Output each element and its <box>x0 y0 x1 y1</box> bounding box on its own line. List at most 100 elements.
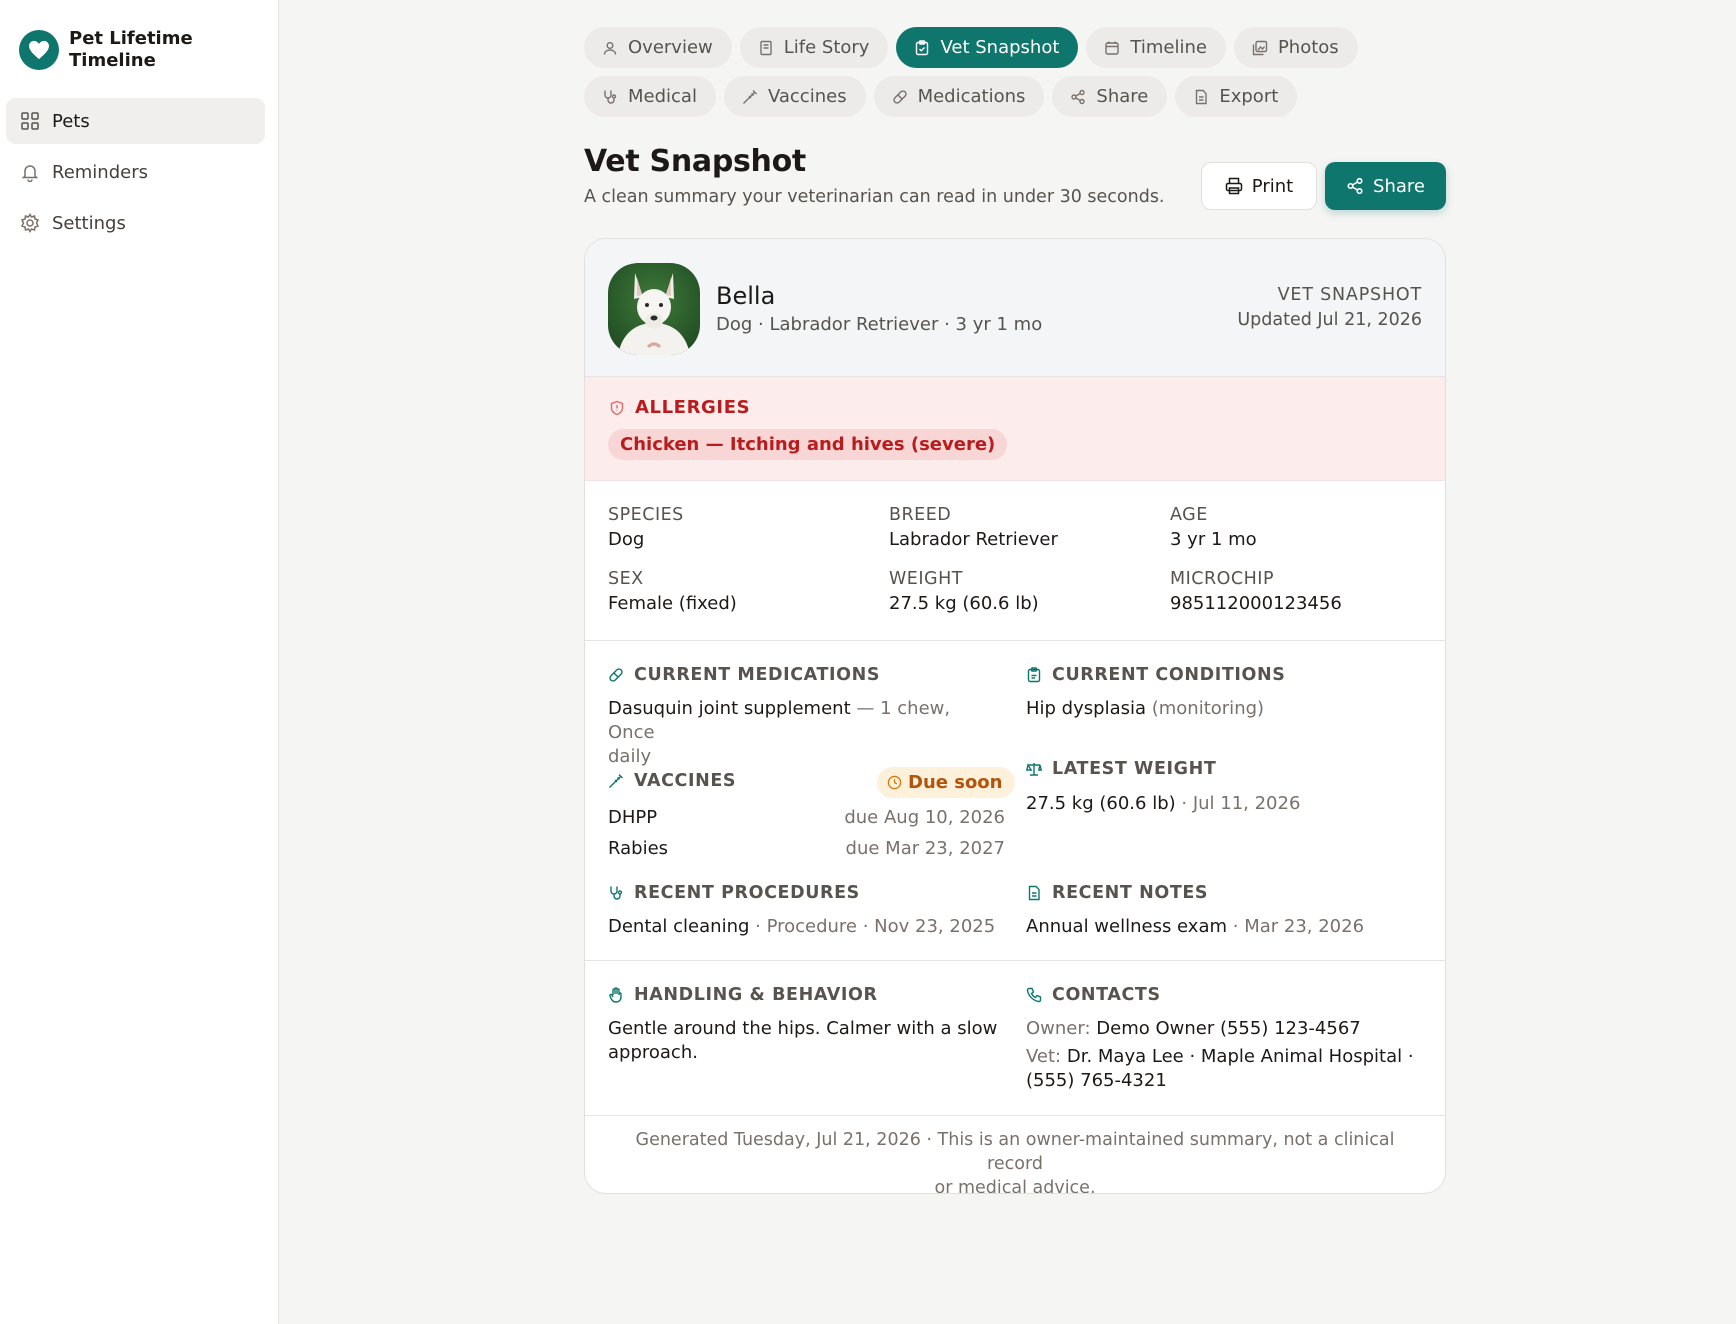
handling-text: Gentle around the hips. Calmer with a sl… <box>608 1017 1008 1065</box>
tab-label: Vaccines <box>767 86 847 107</box>
tab-overview[interactable]: Overview <box>584 27 732 68</box>
latest-weight-value: 27.5 kg (60.6 lb) <box>1026 793 1176 814</box>
due-soon-badge: Due soon <box>877 767 1015 798</box>
page-title: Vet Snapshot <box>584 144 806 179</box>
medication-detail-2: daily <box>608 746 652 767</box>
owner-label: Owner: <box>1026 1018 1091 1039</box>
heart-logo-icon <box>19 30 59 70</box>
procedure-entry: Dental cleaning · Procedure · Nov 23, 20… <box>608 915 995 939</box>
condition-name: Hip dysplasia <box>1026 698 1147 719</box>
sidebar-item-settings[interactable]: Settings <box>6 200 265 246</box>
share-button[interactable]: Share <box>1325 162 1446 210</box>
tab-row: Medical Vaccines Medications Share Expor… <box>584 76 1446 117</box>
vaccine-row: DHPP due Aug 10, 2026 <box>608 807 1005 828</box>
vet-phone[interactable]: (555) 765-4321 <box>1026 1070 1167 1091</box>
procedures-title: RECENT PROCEDURES <box>608 883 860 903</box>
sidebar-nav: Pets Reminders Settings <box>6 98 265 251</box>
footer-disclaimer: Generated Tuesday, Jul 21, 2026 · This i… <box>605 1128 1425 1193</box>
fact-label: AGE <box>1170 505 1208 525</box>
fact-value: 27.5 kg (60.6 lb) <box>889 593 1039 614</box>
tab-photos[interactable]: Photos <box>1233 27 1358 68</box>
contact-vet: Vet: Dr. Maya Lee · Maple Animal Hospita… <box>1026 1045 1426 1093</box>
pet-avatar[interactable] <box>608 263 700 355</box>
pet-header: Bella Dog · Labrador Retriever · 3 yr 1 … <box>585 239 1445 377</box>
printer-icon <box>1225 177 1243 195</box>
clipboard-icon <box>1027 667 1041 683</box>
snapshot-label: VET SNAPSHOT <box>1277 285 1422 305</box>
contacts-title-text: CONTACTS <box>1052 985 1161 1005</box>
hand-icon <box>609 987 622 1003</box>
latest-weight-entry: 27.5 kg (60.6 lb) · Jul 11, 2026 <box>1026 792 1300 816</box>
tab-life-story[interactable]: Life Story <box>739 27 889 68</box>
vet-contact[interactable]: Dr. Maya Lee · Maple Animal Hospital · <box>1061 1046 1414 1067</box>
latest-weight-title-text: LATEST WEIGHT <box>1052 759 1217 779</box>
pill-icon <box>892 89 907 104</box>
vet-label: Vet: <box>1026 1046 1062 1067</box>
tab-export[interactable]: Export <box>1175 76 1298 117</box>
tab-vaccines[interactable]: Vaccines <box>723 76 866 117</box>
fact-microchip: MICROCHIP 985112000123456 <box>1170 569 1342 614</box>
sidebar-item-label: Reminders <box>52 161 148 183</box>
print-label: Print <box>1251 175 1294 197</box>
fact-species: SPECIES Dog <box>608 505 684 550</box>
details-section: CURRENT MEDICATIONS Dasuquin joint suppl… <box>585 641 1445 961</box>
due-soon-text: Due soon <box>908 772 1003 793</box>
grid-icon <box>21 112 39 130</box>
tab-label: Life Story <box>783 37 870 58</box>
notes-title-text: RECENT NOTES <box>1052 883 1209 903</box>
fact-value: 985112000123456 <box>1170 593 1342 614</box>
vaccine-due: due Mar 23, 2027 <box>845 838 1005 859</box>
syringe-icon <box>742 89 757 104</box>
latest-weight-date: · Jul 11, 2026 <box>1175 793 1301 814</box>
tab-vet-snapshot[interactable]: Vet Snapshot <box>896 27 1079 68</box>
tab-label: Medications <box>917 86 1026 107</box>
stethoscope-icon <box>610 886 623 900</box>
vaccine-name: DHPP <box>608 807 658 828</box>
shield-icon <box>610 400 624 415</box>
handling-line: approach. <box>608 1042 698 1063</box>
fact-value: Dog <box>608 529 645 550</box>
brand[interactable]: Pet Lifetime Timeline <box>19 28 219 72</box>
sidebar-item-pets[interactable]: Pets <box>6 98 265 144</box>
facts-grid: SPECIES Dog BREED Labrador Retriever AGE… <box>585 481 1445 641</box>
contact-owner: Owner: Demo Owner (555) 123-4567 <box>1026 1017 1361 1041</box>
fact-value: Female (fixed) <box>608 593 737 614</box>
scale-icon <box>1026 763 1042 776</box>
book-icon <box>760 40 772 55</box>
procedure-name: Dental cleaning <box>608 916 750 937</box>
tab-label: Export <box>1219 86 1279 107</box>
tab-label: Timeline <box>1130 37 1207 58</box>
sidebar: Pet Lifetime Timeline Pets Reminders Set… <box>0 0 279 1324</box>
share-icon <box>1071 89 1086 104</box>
syringe-icon <box>609 774 623 788</box>
sidebar-item-reminders[interactable]: Reminders <box>6 149 265 195</box>
contacts-title: CONTACTS <box>1026 985 1161 1005</box>
note-entry: Annual wellness exam · Mar 23, 2026 <box>1026 915 1364 939</box>
print-button[interactable]: Print <box>1201 162 1317 210</box>
tab-row: Overview Life Story Vet Snapshot Timelin… <box>584 27 1446 68</box>
conditions-title: CURRENT CONDITIONS <box>1026 665 1285 685</box>
vaccines-title-text: VACCINES <box>634 771 737 791</box>
user-icon <box>603 41 617 55</box>
allergy-pill: Chicken — Itching and hives (severe) <box>608 429 1008 460</box>
sidebar-item-label: Settings <box>52 212 126 234</box>
owner-contact[interactable]: Demo Owner (555) 123-4567 <box>1091 1018 1360 1039</box>
card-footer: Generated Tuesday, Jul 21, 2026 · This i… <box>585 1116 1445 1193</box>
tab-medications[interactable]: Medications <box>873 76 1045 117</box>
notes-title: RECENT NOTES <box>1026 883 1208 903</box>
condition-entry: Hip dysplasia (monitoring) <box>1026 697 1264 721</box>
gear-icon <box>20 213 40 233</box>
medications-title-text: CURRENT MEDICATIONS <box>634 665 881 685</box>
share-icon <box>1347 177 1363 195</box>
vaccine-row: Rabies due Mar 23, 2027 <box>608 838 1005 859</box>
tab-share[interactable]: Share <box>1052 76 1168 117</box>
tab-timeline[interactable]: Timeline <box>1086 27 1226 68</box>
share-label: Share <box>1373 175 1425 197</box>
pet-meta: Dog · Labrador Retriever · 3 yr 1 mo <box>716 314 1043 335</box>
procedures-title-text: RECENT PROCEDURES <box>634 883 860 903</box>
handling-title: HANDLING & BEHAVIOR <box>608 985 878 1005</box>
tab-medical[interactable]: Medical <box>584 76 716 117</box>
tab-label: Medical <box>628 86 697 107</box>
fact-label: SPECIES <box>608 505 684 525</box>
fact-label: BREED <box>889 505 952 525</box>
